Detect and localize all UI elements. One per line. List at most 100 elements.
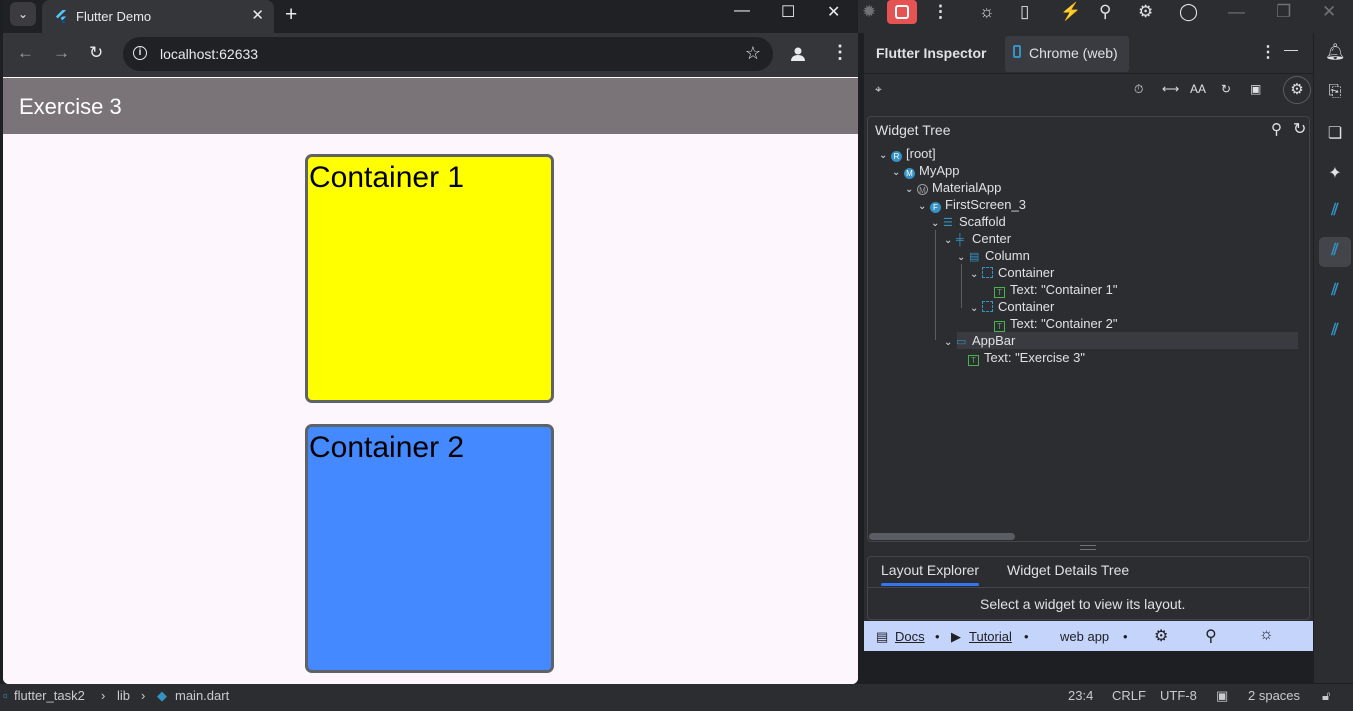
device-manager-icon[interactable]: ▯ [1020, 2, 1029, 22]
footer-settings-icon[interactable]: ⚙ [1154, 626, 1168, 646]
widget-tree-title: Widget Tree [875, 122, 951, 138]
browser-tab[interactable]: Flutter Demo ✕ [42, 0, 274, 33]
breadcrumb-folder[interactable]: lib [117, 688, 130, 703]
extensions-icon[interactable]: ⚲ [1205, 626, 1217, 646]
bookmark-star-icon[interactable]: ☆ [745, 43, 761, 64]
select-widget-mode-icon[interactable]: ⌖ [875, 82, 882, 97]
horizontal-scrollbar[interactable] [869, 533, 1015, 540]
new-tab-button[interactable]: + [285, 3, 297, 27]
report-bug-icon[interactable]: ☼ [1259, 626, 1274, 644]
close-tab-icon[interactable]: ✕ [251, 6, 264, 24]
docs-link[interactable]: Docs [895, 629, 925, 644]
hide-panel-icon[interactable]: — [1284, 41, 1298, 57]
chrome-menu-icon[interactable]: ⋮ [831, 42, 849, 63]
phone-icon [1013, 45, 1021, 58]
tree-node[interactable]: ⌄ M MaterialApp [905, 179, 1001, 196]
file-encoding[interactable]: UTF-8 [1160, 688, 1197, 703]
tree-node[interactable]: T Text: "Exercise 3" [968, 349, 1085, 366]
caret-position[interactable]: 23:4 [1068, 688, 1093, 703]
divider [864, 73, 1313, 74]
tab-title: Flutter Demo [76, 9, 152, 24]
tree-node[interactable]: ⌄ ╪ Center [944, 230, 1011, 247]
close-window-icon[interactable]: ✕ [827, 2, 840, 22]
tutorial-link[interactable]: Tutorial [969, 629, 1012, 644]
inspector-footer: ▤ Docs • ▶ Tutorial • web app • ⚙ ⚲ ☼ [864, 621, 1313, 651]
tree-search-icon[interactable]: ⚲ [1271, 120, 1282, 138]
tree-node[interactable]: ⌄ F FirstScreen_3 [918, 196, 1026, 213]
tree-node[interactable]: ⌄ ☰ Scaffold [931, 213, 1006, 230]
divider [868, 587, 1309, 588]
read-only-toggle-icon[interactable]: ▣ [1216, 688, 1228, 704]
tree-node[interactable]: ⌄ Container [970, 264, 1054, 281]
device-file-icon[interactable]: ❏ [1325, 123, 1345, 143]
highlight-images-icon[interactable]: ▣ [1250, 82, 1261, 96]
search-icon[interactable]: ⚲ [1099, 2, 1111, 22]
tab-search-button[interactable]: ⌄ [10, 2, 36, 26]
tree-guide-line [935, 230, 936, 340]
site-info-icon[interactable]: i [133, 46, 147, 60]
profile-icon[interactable] [789, 45, 807, 63]
reload-icon[interactable]: ↻ [89, 43, 103, 63]
separator-dot: • [1024, 629, 1029, 644]
ide-status-bar: ▫ flutter_task2 › lib › ◆ main.dart 23:4… [0, 684, 1353, 711]
inspector-settings-icon[interactable]: ⚙ [1283, 76, 1311, 104]
lock-icon[interactable]: 🔓︎ [1322, 688, 1330, 704]
flutter-performance-icon[interactable]: ⎘ [1325, 83, 1345, 103]
breadcrumb-separator: › [101, 688, 106, 703]
restore-ide-icon[interactable]: ❐ [1276, 2, 1291, 22]
settings-gear-icon[interactable]: ⚙ [1138, 2, 1153, 22]
forward-icon[interactable]: → [53, 43, 70, 63]
select-widget-message: Select a widget to view its layout. [980, 596, 1186, 612]
container-icon [982, 301, 993, 312]
container-2-text: Container 2 [309, 431, 465, 464]
highlight-repaints-icon[interactable]: ↻ [1221, 82, 1231, 96]
indent-setting[interactable]: 2 spaces [1248, 688, 1300, 703]
debug-icon[interactable]: ☼ [979, 2, 995, 22]
tab-chrome-web[interactable]: Chrome (web) [1005, 36, 1129, 72]
tree-node[interactable]: ⌄ Container [970, 298, 1054, 315]
panel-options-icon[interactable]: ⋮ [1260, 42, 1276, 62]
separator-dot: • [1123, 629, 1128, 644]
slow-animations-icon[interactable]: ⏱ [1134, 82, 1143, 97]
back-icon[interactable]: ← [17, 43, 34, 63]
tab-layout-explorer[interactable]: Layout Explorer [881, 562, 979, 578]
show-guidelines-icon[interactable]: ⟷ [1162, 82, 1179, 96]
splitter-handle[interactable] [1080, 545, 1096, 550]
show-baselines-icon[interactable]: AA [1190, 82, 1206, 96]
address-bar[interactable]: i localhost:62633 ☆ [123, 37, 773, 71]
tree-node[interactable]: ⌄ M MyApp [892, 162, 959, 179]
notifications-icon[interactable]: 🔔︎ [1325, 42, 1345, 62]
tree-node[interactable]: T Text: "Container 2" [994, 315, 1118, 332]
flutter-deeplinks-icon[interactable]: ⫽ [1325, 282, 1345, 302]
more-actions-icon[interactable]: ⋮ [932, 2, 949, 22]
flutter-outline-icon[interactable]: ⫽ [1325, 202, 1345, 222]
minimize-icon[interactable]: — [734, 2, 750, 20]
breadcrumb-separator: › [141, 688, 146, 703]
tree-node[interactable]: ⌄ R [root] [879, 145, 936, 162]
account-icon[interactable]: ◯ [1179, 2, 1198, 22]
minimize-ide-icon[interactable]: — [1228, 2, 1245, 22]
container-1-text: Container 1 [309, 161, 465, 194]
chrome-window: ⌄ Flutter Demo ✕ + — ☐ ✕ ← → ↻ i localho… [3, 0, 858, 684]
tree-refresh-icon[interactable]: ↻ [1293, 119, 1306, 139]
close-ide-icon[interactable]: ✕ [1322, 2, 1336, 22]
breadcrumb-project[interactable]: flutter_task2 [14, 688, 85, 703]
flutter-devtools-icon[interactable]: ⫽ [1325, 322, 1345, 342]
tab-widget-details-tree[interactable]: Widget Details Tree [1007, 562, 1129, 578]
appbar-icon: ▭ [956, 336, 967, 348]
line-ending[interactable]: CRLF [1112, 688, 1146, 703]
maximize-icon[interactable]: ☐ [781, 2, 795, 22]
ai-assistant-icon[interactable]: ✦ [1325, 163, 1345, 183]
breadcrumb-file[interactable]: main.dart [175, 688, 229, 703]
tree-node[interactable]: ⌄ ▭ AppBar [944, 332, 1015, 349]
docs-icon: ▤ [876, 629, 889, 644]
tab-flutter-inspector[interactable]: Flutter Inspector [876, 45, 986, 61]
tree-node[interactable]: T Text: "Container 1" [994, 281, 1118, 298]
tree-node[interactable]: ⌄ ▤ Column [957, 247, 1030, 264]
hot-reload-icon[interactable]: ⚡ [1060, 2, 1081, 22]
flutter-appbar: Exercise 3 [3, 78, 858, 134]
stop-button[interactable] [887, 0, 917, 24]
dart-file-icon: ◆ [157, 688, 167, 703]
separator-dot: • [935, 629, 940, 644]
flutter-logo-icon [55, 9, 67, 24]
